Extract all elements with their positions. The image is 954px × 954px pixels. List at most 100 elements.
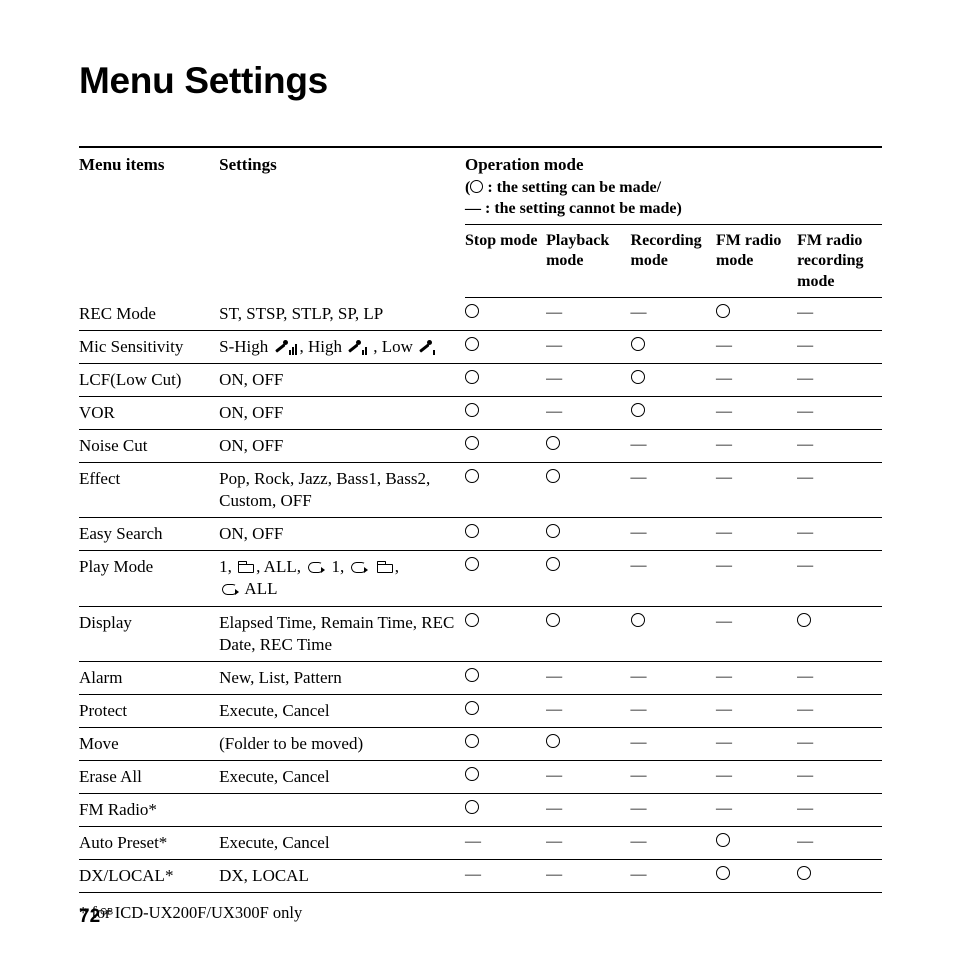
circle-icon: [546, 469, 560, 483]
col-playback-mode: Playback mode: [546, 224, 630, 297]
circle-icon: [546, 734, 560, 748]
circle-icon: [716, 833, 730, 847]
table-row: VORON, OFF———: [79, 396, 882, 429]
mic-mid-icon: [347, 339, 371, 355]
circle-icon: [465, 767, 479, 781]
mark-no: —: [631, 827, 716, 860]
mark-no: —: [546, 298, 630, 331]
mark-no: —: [716, 760, 797, 793]
circle-icon: [465, 668, 479, 682]
circle-icon: [797, 866, 811, 880]
mark-no: —: [631, 551, 716, 606]
circle-icon: [546, 613, 560, 627]
col-settings: Settings: [219, 147, 465, 298]
page-number: 72GB: [79, 906, 113, 928]
table-row: ProtectExecute, Cancel————: [79, 694, 882, 727]
setting-value: Pop, Rock, Jazz, Bass1, Bass2, Custom, O…: [219, 463, 465, 518]
circle-icon: [465, 436, 479, 450]
mark-yes: [631, 330, 716, 363]
table-row: Noise CutON, OFF———: [79, 429, 882, 462]
mark-no: —: [631, 429, 716, 462]
mark-yes: [465, 694, 546, 727]
menu-item: LCF(Low Cut): [79, 363, 219, 396]
mark-yes: [465, 363, 546, 396]
mark-no: —: [631, 463, 716, 518]
mark-yes: [797, 606, 882, 661]
mark-no: —: [797, 518, 882, 551]
mark-no: —: [716, 794, 797, 827]
mark-yes: [465, 661, 546, 694]
table-row: EffectPop, Rock, Jazz, Bass1, Bass2, Cus…: [79, 463, 882, 518]
mark-no: —: [546, 694, 630, 727]
setting-value: 1, , ALL, 1, , ALL: [219, 551, 465, 606]
mark-no: —: [797, 429, 882, 462]
table-row: Move(Folder to be moved)———: [79, 727, 882, 760]
mark-no: —: [716, 429, 797, 462]
mark-no: —: [797, 727, 882, 760]
circle-icon: [465, 304, 479, 318]
mark-no: —: [546, 860, 630, 893]
table-row: AlarmNew, List, Pattern————: [79, 661, 882, 694]
mark-no: —: [631, 794, 716, 827]
mark-no: —: [716, 606, 797, 661]
mark-yes: [465, 429, 546, 462]
mark-no: —: [546, 794, 630, 827]
mark-no: —: [631, 518, 716, 551]
col-menu-items: Menu items: [79, 147, 219, 298]
table-row: DX/LOCAL*DX, LOCAL———: [79, 860, 882, 893]
footnote: * for ICD-UX200F/UX300F only: [79, 903, 882, 923]
mark-no: —: [631, 860, 716, 893]
mark-no: —: [546, 827, 630, 860]
circle-icon: [465, 613, 479, 627]
table-row: Erase AllExecute, Cancel————: [79, 760, 882, 793]
menu-item: Erase All: [79, 760, 219, 793]
mark-yes: [465, 760, 546, 793]
circle-icon: [465, 524, 479, 538]
settings-table: Menu items Settings Operation mode ( : t…: [79, 146, 882, 893]
menu-item: Easy Search: [79, 518, 219, 551]
mark-yes: [465, 551, 546, 606]
setting-value: Execute, Cancel: [219, 827, 465, 860]
table-row: LCF(Low Cut)ON, OFF———: [79, 363, 882, 396]
mark-no: —: [546, 396, 630, 429]
mark-yes: [465, 518, 546, 551]
menu-item: Mic Sensitivity: [79, 330, 219, 363]
page-title: Menu Settings: [79, 60, 882, 102]
mark-yes: [546, 463, 630, 518]
mark-yes: [465, 396, 546, 429]
menu-item: Move: [79, 727, 219, 760]
setting-value: ST, STSP, STLP, SP, LP: [219, 298, 465, 331]
circle-icon: [546, 436, 560, 450]
mark-no: —: [546, 760, 630, 793]
mark-no: —: [797, 463, 882, 518]
menu-item: Noise Cut: [79, 429, 219, 462]
mark-no: —: [797, 396, 882, 429]
circle-icon: [716, 304, 730, 318]
mark-yes: [716, 827, 797, 860]
mark-yes: [797, 860, 882, 893]
col-fm-mode: FM radio mode: [716, 224, 797, 297]
menu-item: FM Radio*: [79, 794, 219, 827]
mark-no: —: [797, 760, 882, 793]
mark-no: —: [797, 363, 882, 396]
mark-yes: [546, 551, 630, 606]
mark-no: —: [716, 463, 797, 518]
mark-yes: [631, 363, 716, 396]
mark-yes: [716, 860, 797, 893]
mark-no: —: [631, 727, 716, 760]
menu-item: REC Mode: [79, 298, 219, 331]
setting-value: Elapsed Time, Remain Time, REC Date, REC…: [219, 606, 465, 661]
mark-yes: [716, 298, 797, 331]
col-stop-mode: Stop mode: [465, 224, 546, 297]
setting-value: S-High , High , Low: [219, 330, 465, 363]
mark-no: —: [716, 727, 797, 760]
mic-high-icon: [274, 339, 298, 355]
mark-no: —: [546, 363, 630, 396]
mark-no: —: [716, 694, 797, 727]
mark-no: —: [797, 551, 882, 606]
mark-yes: [465, 606, 546, 661]
setting-value: (Folder to be moved): [219, 727, 465, 760]
circle-icon: [546, 524, 560, 538]
mic-low-icon: [418, 339, 442, 355]
mark-no: —: [797, 330, 882, 363]
